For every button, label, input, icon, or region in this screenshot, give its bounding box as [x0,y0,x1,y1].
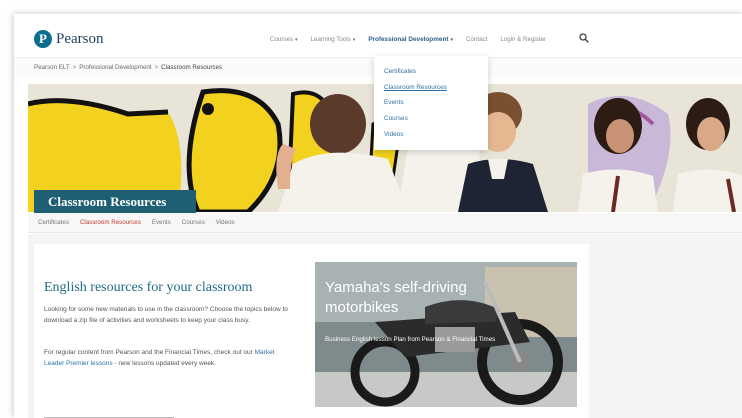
nav-item-label: Courses [270,36,294,43]
tab-certificates[interactable]: Certificates [38,219,69,226]
nav-item-login-register[interactable]: Login & Register [500,36,546,43]
card-paragraph-text: For regular content from Pearson and the… [44,349,253,356]
pearson-logo-mark-icon: P [34,30,52,48]
hero-title: Classroom Resources [34,190,196,214]
featured-lesson-card[interactable]: Yamaha's self-driving motorbikes Busines… [315,262,577,407]
nav-item-label: Learning Tools [310,36,351,43]
section-subnav: Certificates Classroom Resources Events … [28,213,742,233]
chevron-down-icon: ▾ [450,37,453,43]
chevron-down-icon: ▾ [352,37,356,43]
nav-item-learning-tools[interactable]: Learning Tools ▾ [311,36,356,43]
tab-courses[interactable]: Courses [182,219,205,226]
card-paragraph: For regular content from Pearson and the… [44,348,292,369]
browser-page: P Pearson Courses ▾ Learning Tools ▾ Profe… [14,14,742,418]
dropdown-item-events[interactable]: Events [384,99,488,106]
breadcrumb-item-professional-development[interactable]: Professional Development [79,64,151,71]
breadcrumb-separator: > [154,64,159,71]
featured-lesson-subtitle: Business English lesson Plan from Pearso… [325,336,496,343]
nav-item-label: Contact [466,36,488,43]
breadcrumb-item-pearson-elt[interactable]: Pearson ELT [34,64,70,71]
card-title: English resources for your classroom [44,280,253,295]
search-icon[interactable] [579,33,589,43]
tab-videos[interactable]: Videos [216,219,235,226]
tab-events[interactable]: Events [152,219,171,226]
pearson-logo-text: Pearson [56,30,104,47]
dropdown-item-courses[interactable]: Courses [384,115,488,122]
nav-item-courses[interactable]: Courses ▾ [270,36,298,43]
chevron-down-icon: ▾ [295,37,298,43]
professional-development-dropdown: Certificates Classroom Resources Events … [374,56,488,150]
breadcrumb: Pearson ELT > Professional Development > Cla… [34,64,222,71]
breadcrumb-item-current: Classroom Resources [161,64,223,71]
nav-item-professional-development[interactable]: Professional Development ▾ [368,36,453,43]
nav-item-label: Professional Development [368,36,449,43]
card-paragraph-text: - new lessons updated every week. [112,359,216,367]
card-paragraph: Looking for some new materials to use in… [44,306,288,324]
main-nav: Courses ▾ Learning Tools ▾ Professional De… [270,36,559,43]
dropdown-item-videos[interactable]: Videos [384,131,488,138]
dropdown-item-classroom-resources[interactable]: Classroom Resources [384,84,488,91]
breadcrumb-separator: > [72,64,77,71]
pearson-logo[interactable]: P Pearson [34,30,104,48]
tab-classroom-resources[interactable]: Classroom Resources [80,219,141,226]
dropdown-item-certificates[interactable]: Certificates [384,68,488,75]
nav-item-label: Login & Register [500,36,547,43]
nav-item-contact[interactable]: Contact [466,36,487,43]
featured-lesson-title[interactable]: Yamaha's self-driving motorbikes [325,278,525,318]
